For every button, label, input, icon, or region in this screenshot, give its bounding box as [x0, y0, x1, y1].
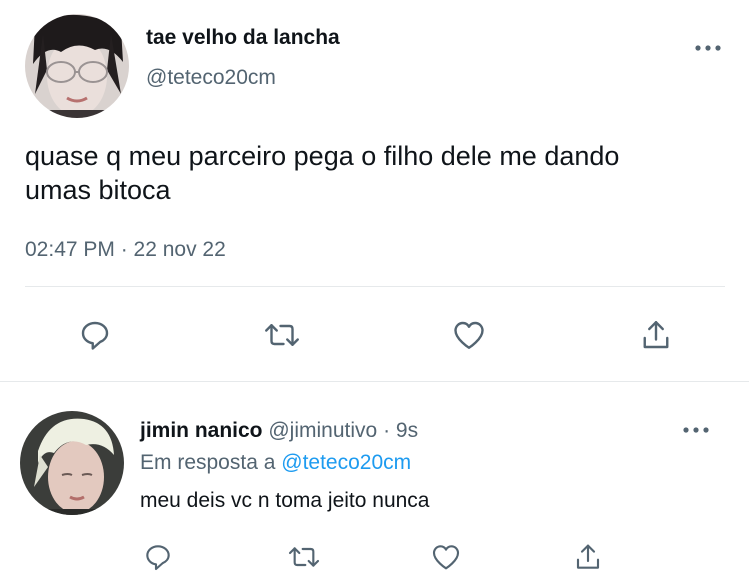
reply-header: jimin nanico @jiminutivo · 9s: [140, 417, 418, 445]
reply-icon: [146, 545, 170, 571]
reply-context-label: Em resposta a: [140, 451, 276, 474]
more-horizontal-icon: [695, 45, 721, 51]
reply-more-options-button[interactable]: [678, 418, 714, 442]
more-options-button[interactable]: [690, 36, 726, 60]
main-display-name[interactable]: tae velho da lancha: [146, 24, 340, 52]
reply-context: Em resposta a @teteco20cm: [140, 449, 411, 477]
tweet-timestamp[interactable]: 02:47 PM · 22 nov 22: [25, 236, 226, 264]
share-button[interactable]: [634, 313, 678, 357]
reply-button[interactable]: [73, 313, 117, 357]
tweet-text-line: quase q meu parceiro pega o filho dele m…: [25, 141, 620, 171]
tweet-text-line: umas bitoca: [25, 175, 171, 205]
more-horizontal-icon: [683, 427, 709, 433]
reply-share-button[interactable]: [568, 538, 608, 576]
divider: [25, 286, 725, 287]
main-avatar[interactable]: [25, 14, 129, 118]
retweet-icon: [288, 547, 320, 567]
reply-handle[interactable]: @jiminutivo: [268, 419, 377, 442]
share-icon: [576, 544, 600, 569]
reply-retweet-button[interactable]: [282, 538, 326, 576]
like-icon: [454, 321, 484, 349]
reply-like-button[interactable]: [426, 538, 466, 576]
reply-reply-button[interactable]: [138, 538, 178, 576]
reply-avatar[interactable]: [20, 411, 124, 515]
reply-to-link[interactable]: @teteco20cm: [281, 451, 411, 474]
retweet-button[interactable]: [258, 313, 306, 357]
retweet-icon: [265, 324, 299, 346]
like-icon: [432, 545, 460, 570]
separator-dot: ·: [383, 419, 391, 442]
share-icon: [643, 321, 669, 349]
reply-icon: [81, 321, 109, 350]
reply-time[interactable]: 9s: [396, 419, 418, 442]
reply-text: meu deis vc n toma jeito nunca: [140, 489, 430, 512]
main-tweet-text: quase q meu parceiro pega o filho dele m…: [25, 139, 619, 207]
like-button[interactable]: [447, 313, 491, 357]
main-handle[interactable]: @teteco20cm: [146, 64, 276, 92]
reply-display-name[interactable]: jimin nanico: [140, 419, 263, 442]
section-divider: [0, 381, 749, 382]
